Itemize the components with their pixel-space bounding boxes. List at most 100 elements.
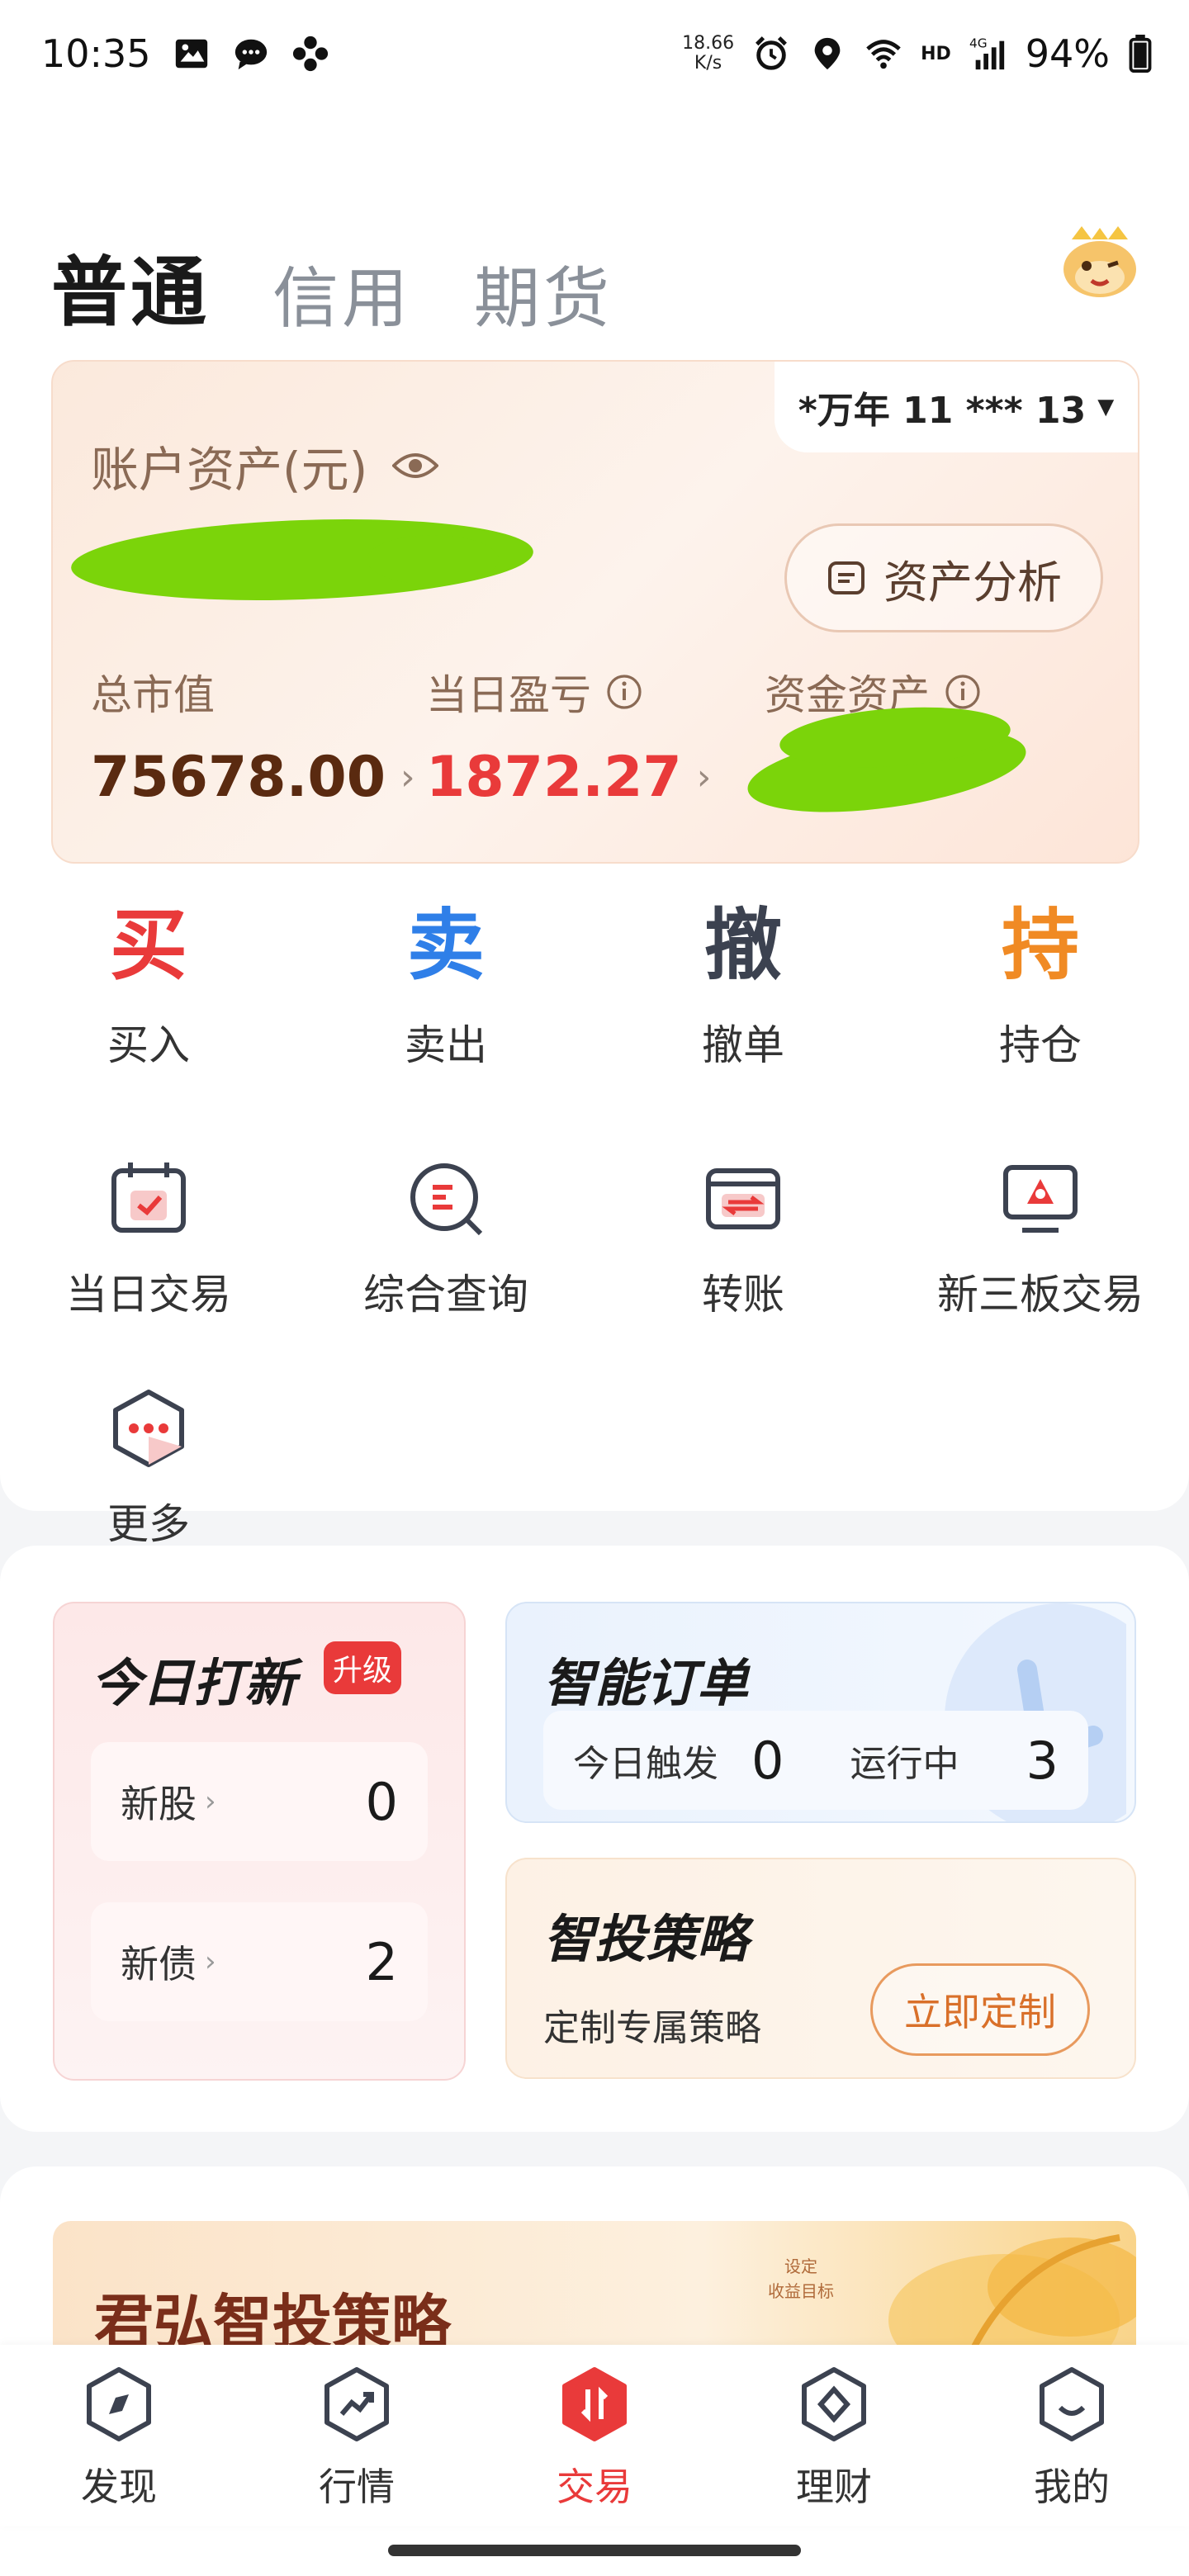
account-number: *万年 11 *** 13 xyxy=(798,390,1087,432)
upgrade-badge[interactable]: 升级 xyxy=(324,1641,401,1694)
wealth-icon xyxy=(802,2367,866,2441)
status-time: 10:35 xyxy=(41,31,151,76)
gallery-icon xyxy=(175,39,207,69)
bottom-tab-bar: 发现 行情 交易 理财 我的 xyxy=(0,2345,1189,2526)
tab-wealth[interactable]: 理财 xyxy=(751,2365,917,2512)
sell-char-icon: 卖 xyxy=(406,901,485,991)
smart-order-title: 智能订单 xyxy=(543,1653,749,1713)
daily-pnl-metric[interactable]: 当日盈亏 1872.27 › xyxy=(426,662,711,810)
chevron-right-icon: › xyxy=(696,756,712,798)
transfer-label: 转账 xyxy=(702,1271,784,1319)
tab-trade-label: 交易 xyxy=(557,2465,632,2509)
account-selector[interactable]: *万年 11 *** 13 ▼ xyxy=(775,362,1138,452)
tab-profile[interactable]: 我的 xyxy=(989,2365,1154,2512)
tab-market[interactable]: 行情 xyxy=(274,2365,439,2512)
analysis-icon xyxy=(828,561,865,594)
mascot-avatar-icon[interactable] xyxy=(1059,223,1141,302)
cancel-char-icon: 撤 xyxy=(703,901,782,991)
ipo-title: 今日打新 xyxy=(91,1653,296,1713)
customize-now-button[interactable]: 立即定制 xyxy=(870,1963,1090,2056)
info-icon[interactable] xyxy=(606,674,642,710)
query-button[interactable]: 综合查询 xyxy=(297,1158,594,1321)
more-button[interactable]: 更多 xyxy=(0,1387,297,1551)
daily-pnl-value: 1872.27 xyxy=(426,745,682,810)
signal-icon: 4G xyxy=(969,36,1004,70)
sell-button[interactable]: 卖 卖出 xyxy=(297,900,594,1072)
monitor-icon xyxy=(1003,1165,1078,1233)
positions-char-icon: 持 xyxy=(1001,901,1079,991)
sell-label: 卖出 xyxy=(405,1021,487,1069)
new-stock-label: 新股 xyxy=(121,1782,197,1826)
market-value-label: 总市值 xyxy=(91,671,215,719)
asset-title: 账户资产(元) xyxy=(91,431,439,500)
smart-order-card[interactable]: 智能订单 今日触发 0 运行中 3 xyxy=(505,1602,1136,1823)
account-type-tabs: 普通 信用 期货 xyxy=(51,231,613,341)
neeq-trade-button[interactable]: 新三板交易 xyxy=(892,1158,1189,1321)
account-asset-card: *万年 11 *** 13 ▼ 账户资产(元) 资产分析 总市值 75678.0… xyxy=(51,360,1139,864)
info-icon[interactable] xyxy=(945,674,981,710)
home-indicator[interactable] xyxy=(388,2545,801,2556)
wifi-icon xyxy=(866,40,901,69)
strategy-title: 智投策略 xyxy=(543,1909,749,1969)
ipo-card[interactable]: 今日打新 升级 新股 › 0 新债 › 2 xyxy=(53,1602,466,2081)
compass-icon xyxy=(87,2367,151,2441)
eye-icon[interactable] xyxy=(392,451,439,481)
search-query-icon xyxy=(410,1163,483,1236)
hd-label: HD xyxy=(921,43,951,64)
positions-button[interactable]: 持 持仓 xyxy=(892,900,1189,1072)
more-hexagon-icon xyxy=(113,1390,184,1467)
triggered-count: 0 xyxy=(751,1730,784,1791)
calendar-check-icon xyxy=(111,1163,186,1233)
daily-trades-button[interactable]: 当日交易 xyxy=(0,1158,297,1321)
location-icon xyxy=(814,37,841,70)
transfer-icon xyxy=(706,1168,780,1229)
net-speed: 18.66 K/s xyxy=(682,33,735,73)
chevron-right-icon: › xyxy=(400,756,415,798)
cancel-order-button[interactable]: 撤 撤单 xyxy=(594,900,892,1072)
query-label: 综合查询 xyxy=(363,1271,528,1319)
tab-normal[interactable]: 普通 xyxy=(51,231,210,341)
smart-strategy-card[interactable]: 智投策略 定制专属策略 立即定制 xyxy=(505,1858,1136,2079)
tab-credit[interactable]: 信用 xyxy=(272,245,411,341)
strategy-subtitle: 定制专属策略 xyxy=(543,2007,761,2049)
running-count: 3 xyxy=(1026,1730,1059,1791)
buy-label: 买入 xyxy=(107,1021,190,1069)
profile-icon xyxy=(1040,2367,1104,2441)
tab-wealth-label: 理财 xyxy=(796,2465,872,2509)
new-stock-row[interactable]: 新股 › 0 xyxy=(91,1742,428,1861)
asset-title-label: 账户资产(元) xyxy=(91,442,368,498)
market-value-metric[interactable]: 总市值 75678.00 › xyxy=(91,662,415,810)
trend-icon xyxy=(324,2367,389,2441)
new-bond-label: 新债 xyxy=(121,1942,197,1986)
daily-pnl-label: 当日盈亏 xyxy=(426,671,591,719)
chevron-right-icon: › xyxy=(205,1945,216,1978)
asset-analysis-label: 资产分析 xyxy=(883,556,1062,608)
smart-order-stats: 今日触发 0 运行中 3 xyxy=(543,1711,1088,1810)
triggered-label: 今日触发 xyxy=(573,1743,718,1785)
top-section: 普通 信用 期货 *万年 11 *** 13 ▼ 账户资产(元) 资产分析 总市… xyxy=(0,107,1189,1548)
asset-analysis-button[interactable]: 资产分析 xyxy=(784,523,1103,632)
trade-icon xyxy=(562,2367,627,2441)
new-bond-count: 2 xyxy=(365,1931,398,1992)
buy-char-icon: 买 xyxy=(109,901,187,991)
cancel-order-label: 撤单 xyxy=(702,1021,784,1069)
dropdown-triangle-icon: ▼ xyxy=(1097,395,1115,419)
battery-percent: 94% xyxy=(1025,31,1110,76)
tab-trade[interactable]: 交易 xyxy=(512,2365,677,2512)
new-bond-row[interactable]: 新债 › 2 xyxy=(91,1902,428,2021)
redacted-total-asset-tail xyxy=(367,535,499,585)
chat-icon xyxy=(234,39,267,70)
tab-discover[interactable]: 发现 xyxy=(36,2365,201,2512)
more-label: 更多 xyxy=(107,1500,190,1548)
transfer-button[interactable]: 转账 xyxy=(594,1158,892,1321)
tab-futures[interactable]: 期货 xyxy=(474,245,613,341)
services-section: 今日打新 升级 新股 › 0 新债 › 2 智能订单 今日触发 0 运行中 3 … xyxy=(0,1546,1189,2132)
buy-button[interactable]: 买 买入 xyxy=(0,900,297,1072)
positions-label: 持仓 xyxy=(999,1021,1082,1069)
svg-text:4G: 4G xyxy=(969,36,988,50)
status-bar: 10:35 18.66 K/s HD 4G 94% xyxy=(0,0,1189,107)
chevron-right-icon: › xyxy=(205,1785,216,1818)
daily-trades-label: 当日交易 xyxy=(66,1271,231,1319)
battery-icon xyxy=(1129,35,1152,73)
running-label: 运行中 xyxy=(850,1743,959,1785)
